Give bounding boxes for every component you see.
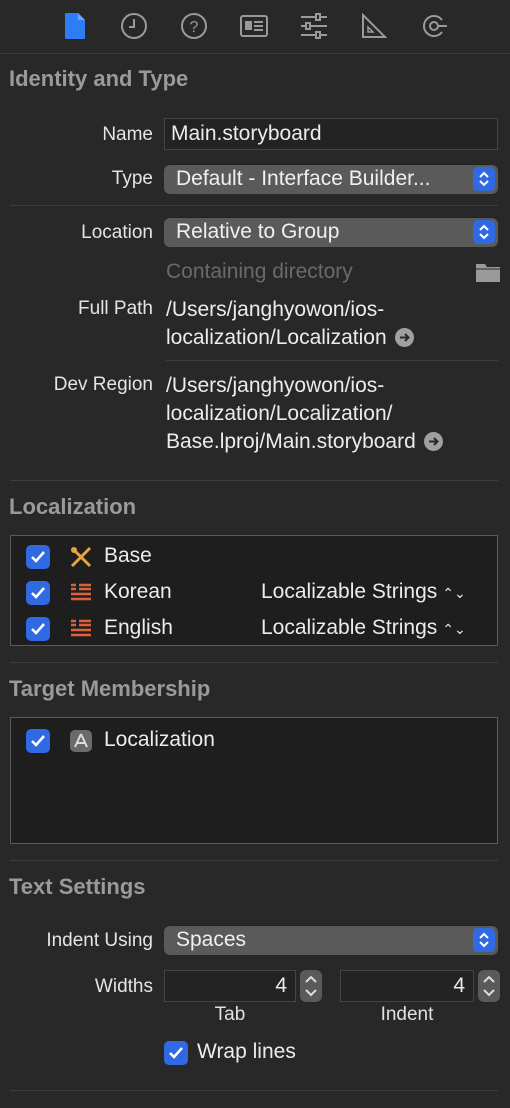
ruler-icon[interactable] [356, 10, 392, 42]
localization-type-value: Localizable Strings [261, 580, 438, 603]
separator [10, 662, 498, 663]
updown-chevron-icon: ⌃⌄ [442, 585, 466, 601]
indent-width-field[interactable]: 4 [340, 970, 474, 1002]
wrap-lines-label: Wrap lines [197, 1040, 296, 1063]
location-label: Location [81, 222, 153, 243]
containing-directory-placeholder: Containing directory [166, 260, 353, 283]
reveal-arrow-icon[interactable] [394, 328, 414, 347]
localization-checkbox-english[interactable] [26, 617, 50, 641]
section-title-target-membership: Target Membership [9, 676, 211, 701]
section-title-localization: Localization [9, 494, 137, 519]
separator [166, 360, 498, 361]
folder-icon[interactable] [475, 261, 501, 288]
identity-card-icon[interactable] [236, 10, 272, 42]
full-path-line1: /Users/janghyowon/ios- [166, 298, 385, 321]
svg-text:?: ? [190, 19, 199, 36]
indent-width-stepper[interactable] [478, 970, 500, 1002]
localization-type-value: Localizable Strings [261, 616, 438, 639]
indent-using-value: Spaces [176, 928, 247, 951]
indent-using-popup[interactable]: Spaces [164, 925, 498, 955]
popup-chevron-icon [473, 167, 495, 191]
tab-label: Tab [214, 1004, 246, 1025]
type-popup-value: Default - Interface Builder... [176, 167, 431, 190]
sliders-icon[interactable] [296, 10, 332, 42]
type-popup[interactable]: Default - Interface Builder... [164, 164, 498, 194]
full-path-label: Full Path [78, 298, 153, 319]
dev-region-line1: /Users/janghyowon/ios- [166, 374, 385, 397]
full-path-line2-row: localization/Localization [166, 324, 414, 352]
localization-item-label: Korean [104, 580, 172, 603]
dev-region-value: /Users/janghyowon/ios- localization/Loca… [166, 372, 443, 456]
location-popup[interactable]: Relative to Group [164, 217, 498, 247]
dev-region-line3: Base.lproj/Main.storyboard [166, 430, 416, 453]
separator [10, 480, 498, 481]
indent-label: Indent [380, 1004, 434, 1025]
section-title-identity: Identity and Type [9, 66, 189, 91]
dev-region-label: Dev Region [53, 374, 153, 395]
widths-label: Widths [94, 976, 153, 997]
name-label: Name [102, 124, 153, 145]
localization-item-label: English [104, 616, 173, 639]
tab-width-stepper[interactable] [300, 970, 322, 1002]
localization-type-popup[interactable]: Localizable Strings ⌃⌄ [261, 616, 466, 640]
localization-checkbox-base[interactable] [26, 545, 50, 569]
separator [10, 205, 498, 206]
name-field[interactable]: Main.storyboard [164, 118, 498, 150]
target-checkbox-localization[interactable] [26, 729, 50, 753]
popup-chevron-icon [473, 928, 495, 952]
inspector-tab-bar: ? [0, 0, 510, 54]
localization-list: Base Korean Localizable Strings ⌃⌄ Englis… [10, 535, 498, 646]
type-label: Type [111, 168, 153, 189]
localization-type-popup[interactable]: Localizable Strings ⌃⌄ [261, 580, 466, 604]
section-title-text-settings: Text Settings [9, 874, 146, 899]
popup-chevron-icon [473, 220, 495, 244]
indent-using-label: Indent Using [46, 930, 153, 951]
reveal-arrow-icon[interactable] [423, 432, 443, 451]
connections-icon[interactable] [416, 10, 452, 42]
full-path-value: /Users/janghyowon/ios- localization/Loca… [166, 296, 414, 352]
location-popup-value: Relative to Group [176, 220, 340, 243]
localization-item-label: Base [104, 544, 152, 567]
file-icon[interactable] [57, 10, 93, 42]
tab-width-field[interactable]: 4 [164, 970, 296, 1002]
localization-checkbox-korean[interactable] [26, 581, 50, 605]
full-path-line2: localization/Localization [166, 326, 387, 349]
dev-region-line2: localization/Localization/ [166, 402, 393, 425]
help-icon[interactable]: ? [176, 10, 212, 42]
target-item-label: Localization [104, 728, 215, 751]
separator [10, 1090, 498, 1091]
strings-file-icon [69, 582, 93, 609]
dev-region-line3-row: Base.lproj/Main.storyboard [166, 428, 443, 456]
separator [10, 860, 498, 861]
target-membership-list: Localization [10, 717, 498, 844]
history-icon[interactable] [116, 10, 152, 42]
wrap-lines-checkbox[interactable] [164, 1041, 188, 1065]
interface-builder-icon [69, 545, 93, 574]
app-target-icon [69, 729, 93, 758]
updown-chevron-icon: ⌃⌄ [442, 621, 466, 637]
strings-file-icon [69, 618, 93, 645]
